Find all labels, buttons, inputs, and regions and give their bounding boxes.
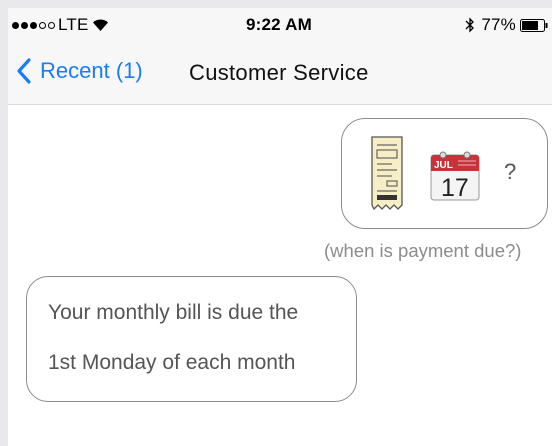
message-caption: (when is payment due?) (324, 240, 522, 261)
status-right: 77% (465, 15, 548, 35)
battery-icon (520, 18, 548, 32)
back-button[interactable]: Recent (1) (16, 58, 143, 84)
bluetooth-icon (465, 17, 475, 33)
signal-dots-icon (12, 21, 55, 29)
calendar-day: 17 (441, 174, 469, 201)
carrier-label: LTE (58, 15, 89, 34)
incoming-message-bubble[interactable]: Your monthly bill is due the 1st Monday … (26, 276, 357, 402)
status-bar: LTE 9:22 AM 77% (8, 8, 552, 42)
incoming-message-line: 1st Monday of each month (48, 351, 296, 374)
navigation-bar: Recent (1) Customer Service (8, 42, 552, 105)
back-label: Recent (1) (40, 58, 143, 83)
calendar-icon: JUL 17 (430, 151, 480, 201)
wifi-icon (92, 19, 108, 31)
outgoing-message-bubble[interactable]: JUL 17 ? (341, 118, 548, 229)
phone-screen: LTE 9:22 AM 77% Recent (1) Customer Serv… (8, 8, 552, 446)
page-title: Customer Service (189, 60, 369, 85)
receipt-icon (371, 136, 403, 211)
status-time: 9:22 AM (246, 15, 312, 34)
incoming-message-line: Your monthly bill is due the (48, 301, 299, 324)
question-mark: ? (504, 159, 517, 184)
battery-percent: 77% (481, 15, 516, 34)
status-left: LTE (12, 15, 109, 35)
calendar-month: JUL (434, 160, 453, 171)
chevron-left-icon (17, 58, 31, 84)
